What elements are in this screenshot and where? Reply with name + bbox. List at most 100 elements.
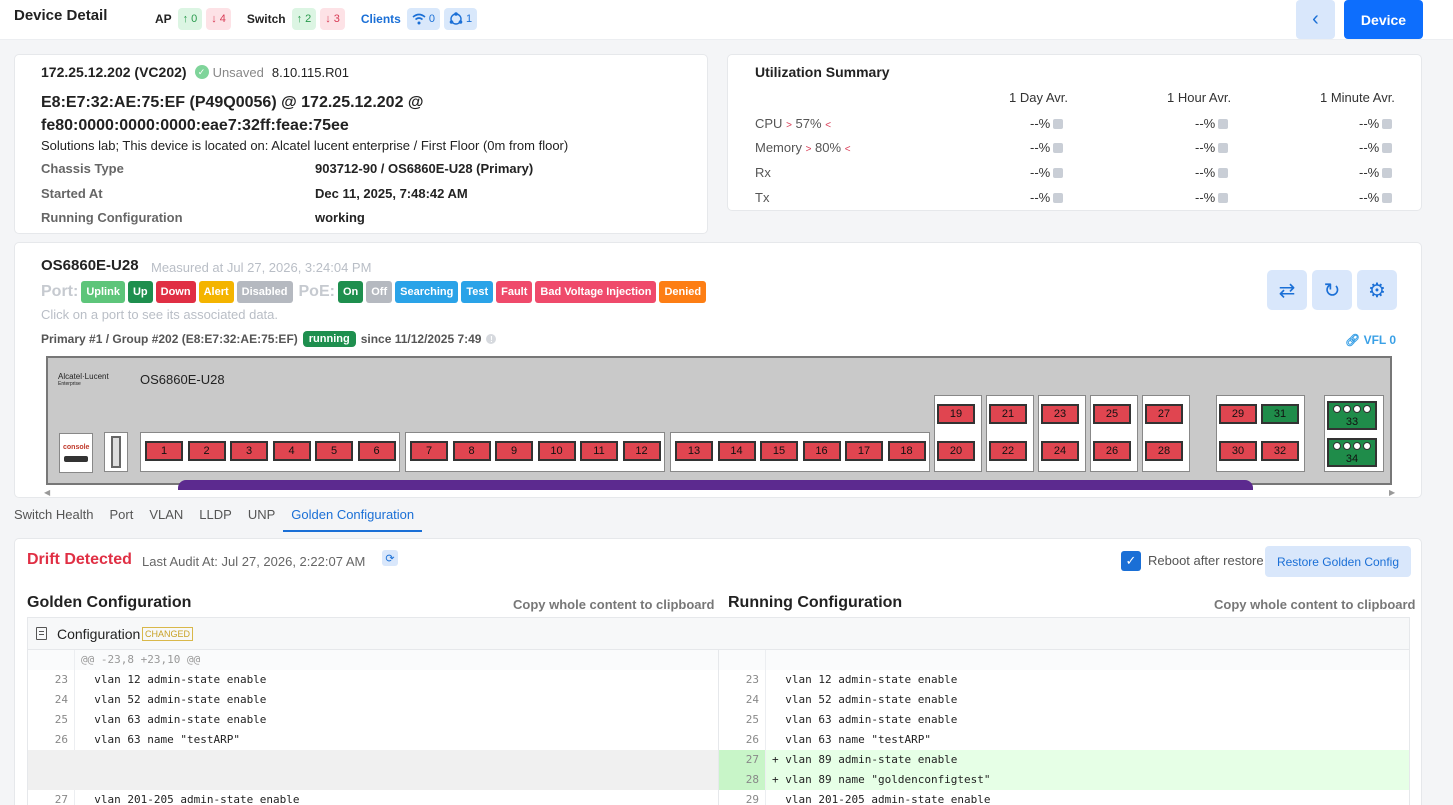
audit-refresh-icon[interactable]: ⟳	[382, 550, 398, 566]
tab-vlan[interactable]: VLAN	[141, 506, 191, 532]
diff-hunk-header: @@ -23,8 +23,10 @@	[28, 650, 718, 670]
poe-state-badge[interactable]: On	[337, 281, 364, 303]
util-bar-icon	[1382, 192, 1393, 203]
switch-port-20[interactable]: 20	[937, 441, 975, 461]
switch-up-badge[interactable]: ↑ 2	[291, 8, 317, 30]
swap-button[interactable]: ⇄	[1267, 270, 1307, 310]
arrow-up-icon: ↑	[296, 13, 303, 25]
ap-down-badge[interactable]: ↓ 4	[206, 8, 231, 30]
switch-port-17[interactable]: 17	[845, 441, 883, 461]
wifi-icon	[412, 13, 426, 25]
switch-port-19[interactable]: 19	[937, 404, 975, 424]
poe-state-badge[interactable]: Fault	[496, 281, 533, 303]
poe-state-badge[interactable]: Denied	[659, 281, 707, 303]
util-metric-name: CPU	[755, 116, 783, 131]
diff-line: 25 vlan 63 admin-state enable	[719, 710, 1409, 730]
switch-port-7[interactable]: 7	[410, 441, 448, 461]
switch-port-23[interactable]: 23	[1041, 404, 1079, 424]
switch-port-25[interactable]: 25	[1093, 404, 1131, 424]
switch-port-28[interactable]: 28	[1145, 441, 1183, 461]
poe-state-badge[interactable]: Searching	[395, 281, 459, 303]
switch-port-22[interactable]: 22	[989, 441, 1027, 461]
switch-port-31[interactable]: 31	[1261, 404, 1299, 424]
info-icon[interactable]: !	[486, 334, 497, 344]
usb-port[interactable]	[104, 432, 128, 472]
switch-port-14[interactable]: 14	[717, 441, 756, 461]
vfl-link[interactable]: 🔗︎ VFL 0	[1345, 333, 1396, 347]
switch-port-29[interactable]: 29	[1219, 404, 1257, 424]
sfp-port-34[interactable]: 34	[1327, 438, 1377, 467]
port-state-badge[interactable]: Disabled	[236, 281, 293, 303]
util-metric-name: Tx	[755, 190, 770, 205]
switch-port-9[interactable]: 9	[495, 441, 533, 461]
copy-golden-link[interactable]: Copy whole content to clipboard	[513, 597, 715, 612]
settings-button[interactable]: ⚙	[1357, 270, 1397, 310]
tab-port[interactable]: Port	[101, 506, 141, 532]
console-label: console	[63, 444, 90, 451]
clients-wired-badge[interactable]: 1	[443, 8, 478, 30]
port-state-badge[interactable]: Alert	[198, 281, 234, 303]
poe-state-badge[interactable]: Off	[366, 281, 393, 303]
switch-port-24[interactable]: 24	[1041, 441, 1079, 461]
switch-port-8[interactable]: 8	[452, 441, 491, 461]
switch-port-11[interactable]: 11	[580, 441, 618, 461]
switch-port-27[interactable]: 27	[1145, 404, 1183, 424]
ap-down-count: 4	[219, 13, 226, 25]
tab-unp[interactable]: UNP	[240, 506, 283, 532]
sfp-port-33[interactable]: 33	[1327, 401, 1377, 430]
chassis-type-label: Chassis Type	[41, 161, 124, 176]
ap-up-badge[interactable]: ↑ 0	[177, 8, 203, 30]
switch-down-badge[interactable]: ↓ 3	[320, 8, 345, 30]
diff-line: 27 vlan 201-205 admin-state enable	[28, 790, 718, 805]
switch-port-21[interactable]: 21	[989, 404, 1027, 424]
switch-port-3[interactable]: 3	[230, 441, 268, 461]
poe-state-badge[interactable]: Bad Voltage Injection	[535, 281, 657, 303]
clients-wifi-badge[interactable]: 0	[406, 8, 440, 30]
scroll-left-icon[interactable]: ◀	[44, 488, 50, 497]
util-value: --%	[1195, 190, 1229, 205]
tab-golden-configuration[interactable]: Golden Configuration	[283, 506, 423, 532]
refresh-icon: ↻	[1323, 279, 1341, 302]
util-value-text: --%	[1359, 116, 1380, 131]
switch-port-18[interactable]: 18	[887, 441, 926, 461]
switch-port-1[interactable]: 1	[145, 441, 183, 461]
switch-port-12[interactable]: 12	[622, 441, 661, 461]
switch-port-15[interactable]: 15	[760, 441, 798, 461]
switch-port-16[interactable]: 16	[802, 441, 841, 461]
console-port[interactable]: console	[59, 433, 93, 473]
unsaved-status: ✓ Unsaved	[194, 65, 264, 80]
switch-port-10[interactable]: 10	[537, 441, 576, 461]
util-metric-name: Rx	[755, 165, 771, 180]
line-code: vlan 52 admin-state enable	[772, 693, 958, 706]
copy-running-link[interactable]: Copy whole content to clipboard	[1214, 597, 1416, 612]
switch-port-5[interactable]: 5	[315, 441, 353, 461]
switch-port-6[interactable]: 6	[357, 441, 396, 461]
tab-lldp[interactable]: LLDP	[191, 506, 240, 532]
switch-port-13[interactable]: 13	[675, 441, 713, 461]
port-state-badge[interactable]: Up	[127, 281, 153, 303]
restore-golden-button[interactable]: Restore Golden Config	[1265, 546, 1411, 577]
refresh-button[interactable]: ↻	[1312, 270, 1352, 310]
switch-port-30[interactable]: 30	[1219, 441, 1257, 461]
switch-port-2[interactable]: 2	[187, 441, 226, 461]
utilization-title: Utilization Summary	[755, 64, 890, 80]
scroll-right-icon[interactable]: ▶	[1389, 488, 1395, 497]
diff-line: 26 vlan 63 name "testARP"	[28, 730, 718, 750]
vfl-label: VFL 0	[1363, 333, 1397, 347]
brand-sub: Enterprise	[58, 381, 81, 387]
line-code: vlan 201-205 admin-state enable	[81, 793, 300, 805]
back-button[interactable]: ‹	[1296, 0, 1335, 39]
diff-line: 27 + vlan 89 admin-state enable	[719, 750, 1409, 770]
reboot-checkbox[interactable]: ✓	[1121, 551, 1141, 571]
poe-state-badge[interactable]: Test	[461, 281, 494, 303]
port-state-badge[interactable]: Uplink	[81, 281, 125, 303]
device-button[interactable]: Device	[1344, 0, 1423, 39]
port-hint: Click on a port to see its associated da…	[41, 307, 279, 322]
switch-port-32[interactable]: 32	[1261, 441, 1299, 461]
tab-switch-health[interactable]: Switch Health	[14, 506, 101, 532]
primary-label: Primary #1 / Group #202 (E8:E7:32:AE:75:…	[41, 332, 298, 346]
util-value-text: --%	[1359, 165, 1380, 180]
switch-port-4[interactable]: 4	[272, 441, 311, 461]
switch-port-26[interactable]: 26	[1093, 441, 1131, 461]
port-state-badge[interactable]: Down	[155, 281, 196, 303]
